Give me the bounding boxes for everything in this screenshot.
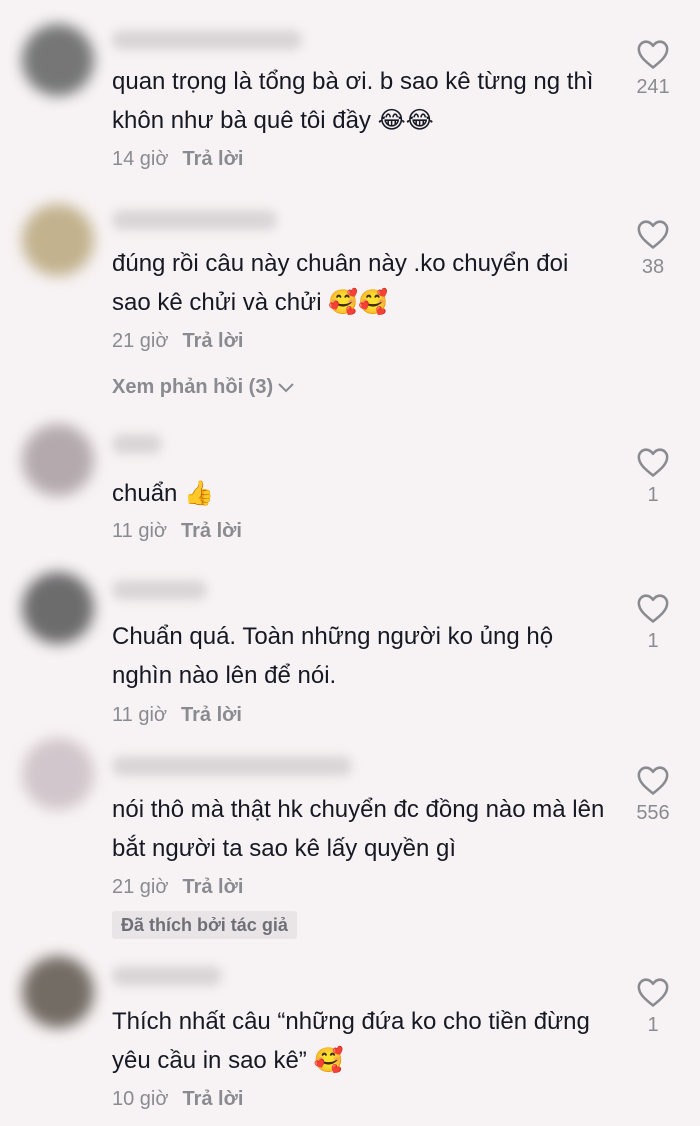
comment-text: quan trọng là tổng bà ơi. b sao kê từng …	[112, 68, 594, 134]
heart-icon	[637, 766, 669, 795]
avatar[interactable]	[22, 24, 94, 96]
view-replies-label: Xem phản hồi (3)	[112, 376, 274, 398]
comment-meta: 21 giờ Trả lời	[112, 876, 243, 899]
like-button[interactable]: 1	[628, 592, 678, 653]
comment-time: 10 giờ	[112, 1088, 169, 1110]
author-liked-badge: Đã thích bởi tác giả	[112, 911, 297, 939]
comment-meta: 14 giờ Trả lời	[112, 148, 243, 171]
username-blurred[interactable]	[112, 30, 302, 50]
comment-time: 11 giờ	[112, 520, 167, 542]
username-blurred[interactable]	[112, 966, 222, 986]
avatar[interactable]	[22, 204, 94, 276]
chevron-down-icon	[278, 383, 294, 393]
comment-meta: 11 giờ Trả lời	[112, 520, 242, 543]
username-blurred[interactable]	[112, 434, 162, 454]
like-button[interactable]: 241	[628, 38, 678, 99]
heart-icon	[637, 220, 669, 249]
username-blurred[interactable]	[112, 756, 352, 776]
avatar[interactable]	[22, 572, 94, 644]
view-replies-button[interactable]: Xem phản hồi (3)	[112, 376, 295, 399]
like-count: 1	[647, 1014, 659, 1036]
comment-time: 21 giờ	[112, 876, 169, 898]
like-button[interactable]: 556	[628, 764, 678, 825]
reply-button[interactable]: Trả lời	[181, 704, 242, 726]
avatar[interactable]	[22, 956, 94, 1028]
heart-icon	[637, 594, 669, 623]
heart-icon	[637, 448, 669, 477]
comment-text: Chuẩn quá. Toàn những người ko ủng hộ ng…	[112, 623, 554, 689]
reply-button[interactable]: Trả lời	[182, 876, 243, 898]
comment-time: 11 giờ	[112, 704, 167, 726]
heart-icon	[637, 978, 669, 1007]
comment-text: chuẩn 👍	[112, 480, 214, 507]
heart-icon	[637, 40, 669, 69]
like-button[interactable]: 1	[628, 446, 678, 507]
like-count: 1	[647, 484, 659, 506]
comment-text: Thích nhất câu “những đứa ko cho tiền đừ…	[112, 1008, 590, 1074]
comment-text: nói thô mà thật hk chuyển đc đồng nào mà…	[112, 796, 605, 862]
comment-time: 14 giờ	[112, 148, 169, 170]
like-button[interactable]: 38	[628, 218, 678, 279]
like-count: 241	[636, 76, 670, 98]
reply-button[interactable]: Trả lời	[182, 148, 243, 170]
username-blurred[interactable]	[112, 210, 277, 230]
like-count: 1	[647, 630, 659, 652]
avatar[interactable]	[22, 424, 94, 496]
like-button[interactable]: 1	[628, 976, 678, 1037]
comment-text: đúng rồi câu này chuân này .ko chuyển đo…	[112, 250, 569, 316]
comment-meta: 10 giờ Trả lời	[112, 1088, 243, 1111]
like-count: 556	[636, 802, 670, 824]
username-blurred[interactable]	[112, 580, 207, 600]
reply-button[interactable]: Trả lời	[182, 330, 243, 352]
avatar[interactable]	[22, 738, 94, 810]
reply-button[interactable]: Trả lời	[182, 1088, 243, 1110]
comment-meta: 11 giờ Trả lời	[112, 704, 242, 727]
comment-meta: 21 giờ Trả lời	[112, 330, 243, 353]
like-count: 38	[641, 256, 665, 278]
comment-time: 21 giờ	[112, 330, 169, 352]
reply-button[interactable]: Trả lời	[181, 520, 242, 542]
